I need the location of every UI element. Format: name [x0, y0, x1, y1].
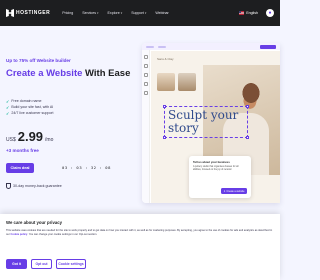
check-icon: ✓	[6, 104, 10, 110]
cookie-settings-button[interactable]: Cookie settings	[56, 259, 86, 269]
check-icon: ✓	[6, 110, 10, 116]
ai-card-title: Tell us about your business	[193, 160, 230, 164]
logo-text: HOSTINGER	[16, 10, 51, 16]
user-icon[interactable]: ●	[266, 9, 274, 17]
nav-explore[interactable]: Explore ▾	[108, 11, 123, 15]
pottery-image	[178, 73, 196, 91]
header-actions: English ●	[239, 9, 274, 17]
price-currency: US$	[6, 137, 16, 143]
chevron-down-icon: ▾	[97, 11, 99, 15]
feature-list: ✓ Free domain name ✓ Build your site fast,…	[6, 98, 54, 116]
opt-out-button[interactable]: Opt out	[31, 259, 52, 269]
us-flag-icon	[239, 11, 245, 15]
title-rest: With Ease	[85, 68, 131, 79]
chevron-down-icon: ▾	[120, 11, 123, 15]
cookie-title: We care about your privacy	[6, 220, 63, 225]
price-period: /mo	[45, 137, 54, 143]
builder-preview: Sans & Clay Sculpt your story Tell us ab…	[142, 43, 280, 203]
hostinger-logo-icon	[6, 9, 14, 17]
tool-icon	[143, 82, 148, 86]
promo-label: Up to 75% off Website builder	[6, 58, 71, 63]
create-website-button: ✦ Create a website	[221, 188, 247, 194]
chevron-down-icon: ▾	[144, 11, 147, 15]
resize-handle	[163, 105, 166, 108]
accept-cookies-button[interactable]: Got it	[6, 259, 27, 269]
language-selector[interactable]: English	[239, 11, 258, 15]
ai-prompt-card: Tell us about your business A pottery st…	[189, 156, 251, 198]
tool-icon	[143, 73, 148, 77]
money-back-guarantee: 30-day money-back guarantee	[6, 183, 62, 189]
cookie-text: This website uses cookies that are neede…	[6, 229, 273, 236]
cookie-banner: We care about your privacy This website …	[0, 214, 280, 280]
nav-pricing[interactable]: Pricing	[62, 11, 73, 15]
cookie-actions: Got it Opt out Cookie settings	[6, 259, 86, 269]
sparkle-icon: ✦	[223, 189, 226, 193]
check-icon: ✓	[6, 98, 10, 104]
title-accent: Create a Website	[6, 68, 83, 79]
resize-handle	[246, 105, 249, 108]
price-amount: 2.99	[17, 129, 44, 144]
countdown-timer: 03 : 03 : 32 : 08	[62, 165, 112, 170]
tool-icon	[143, 91, 148, 95]
nav-support[interactable]: Support ▾	[131, 11, 146, 15]
list-item: ✓ 24/7 live customer support	[6, 110, 54, 116]
claim-deal-button[interactable]: Claim deal	[6, 163, 34, 173]
price: US$ 2.99 /mo	[6, 129, 53, 144]
publish-pill	[260, 44, 276, 49]
hostinger-logo[interactable]: HOSTINGER	[6, 9, 50, 17]
nav-services[interactable]: Services ▾	[82, 11, 98, 15]
page-title: Create a Website With Ease	[6, 68, 141, 79]
tool-icon	[143, 64, 148, 68]
builder-side-tools	[142, 50, 150, 203]
builder-toolbar	[142, 43, 280, 50]
shield-icon	[6, 183, 11, 189]
ai-card-body: A pottery studio that organises classes …	[193, 166, 239, 171]
resize-handle	[163, 136, 166, 139]
pottery-image	[157, 73, 175, 91]
preview-headline: Sculpt your story	[163, 105, 249, 139]
tool-icon	[143, 55, 148, 59]
preview-site-name: Sans & Clay	[157, 57, 174, 61]
builder-canvas: Sans & Clay Sculpt your story Tell us ab…	[151, 51, 280, 203]
nav-webinar[interactable]: Webinar	[155, 11, 168, 15]
bonus-label: +3 months free	[6, 148, 39, 153]
main-nav: Pricing Services ▾ Explore ▾ Support ▾ Webi…	[62, 11, 168, 15]
cookie-policy-link[interactable]: Cookie policy	[10, 233, 27, 236]
resize-handle	[246, 136, 249, 139]
top-header: HOSTINGER Pricing Services ▾ Explore ▾ Sup…	[0, 0, 280, 26]
